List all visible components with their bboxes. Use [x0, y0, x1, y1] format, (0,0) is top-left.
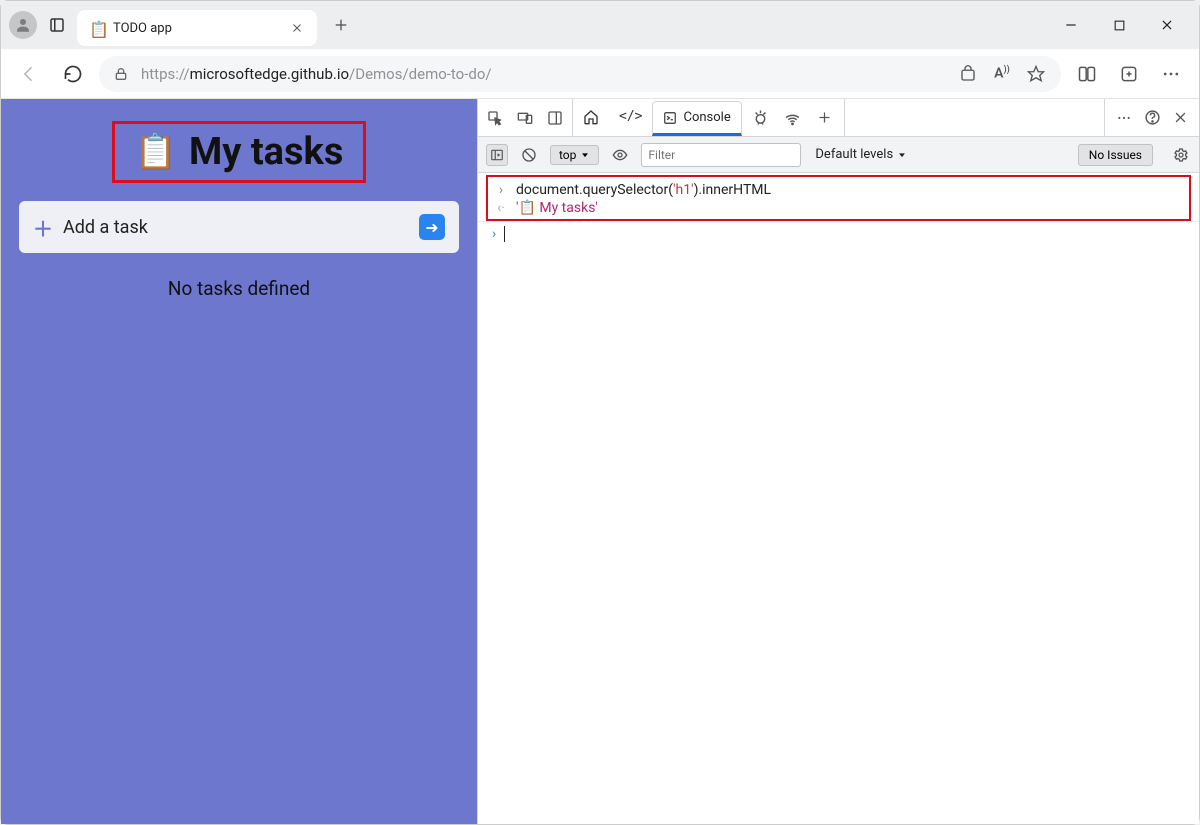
minimize-button[interactable]	[1061, 15, 1081, 35]
prompt-cursor	[504, 226, 505, 242]
collections-icon[interactable]	[1111, 56, 1147, 92]
no-tasks-label: No tasks defined	[13, 277, 465, 300]
read-aloud-icon[interactable]: A))	[989, 56, 1015, 92]
back-button[interactable]	[11, 56, 47, 92]
console-input-line: › document.querySelector('h1').innerHTML	[494, 181, 1183, 199]
console-output-value: '📋 My tasks'	[516, 200, 598, 216]
plus-icon: ＋	[33, 213, 53, 242]
devtools-close-icon[interactable]	[1171, 109, 1189, 127]
tab-issues-icon[interactable]	[752, 109, 770, 127]
submit-task-button[interactable]: ➜	[419, 214, 445, 240]
tab-elements[interactable]: </>	[609, 99, 652, 136]
page-viewport: 📋 My tasks ＋ Add a task ➜ No tasks defin…	[1, 99, 477, 824]
refresh-button[interactable]	[55, 56, 91, 92]
shopping-icon[interactable]	[957, 56, 979, 92]
url-text: https://microsoftedge.github.io/Demos/de…	[141, 65, 492, 83]
devtools-help-icon[interactable]	[1143, 109, 1161, 127]
device-toolbar-icon[interactable]	[516, 109, 534, 127]
console-body[interactable]: › document.querySelector('h1').innerHTML…	[478, 173, 1199, 824]
add-task-input[interactable]: ＋ Add a task ➜	[19, 201, 459, 253]
tab-console[interactable]: Console	[652, 101, 741, 136]
tab-title: TODO app	[113, 21, 281, 36]
devtools-panel: </> Console	[477, 99, 1199, 824]
console-filter-input[interactable]	[641, 143, 801, 167]
browser-toolbar: https://microsoftedge.github.io/Demos/de…	[1, 49, 1199, 99]
window-controls	[1061, 15, 1191, 35]
favorite-icon[interactable]	[1025, 56, 1047, 92]
address-bar[interactable]: https://microsoftedge.github.io/Demos/de…	[99, 56, 1061, 92]
console-input-code: document.querySelector('h1').innerHTML	[516, 182, 771, 198]
lock-icon[interactable]	[113, 66, 131, 82]
live-expression-icon[interactable]	[609, 144, 631, 166]
tab-favicon-icon: 📋	[89, 20, 105, 36]
console-output-line: ‹· '📋 My tasks'	[494, 199, 1183, 217]
prompt-chevron-icon: ›	[492, 226, 496, 242]
devtools-tabbar: </> Console	[478, 99, 1199, 137]
add-tab-icon[interactable]	[816, 109, 834, 127]
console-settings-icon[interactable]	[1171, 147, 1191, 163]
execution-context-selector[interactable]: top	[550, 145, 599, 165]
page-heading-highlight: 📋 My tasks	[112, 121, 367, 183]
clipboard-icon: 📋	[135, 132, 177, 172]
console-sidebar-toggle-icon[interactable]	[486, 144, 508, 166]
tab-network-conditions-icon[interactable]	[784, 109, 802, 127]
tab-console-label: Console	[683, 110, 730, 125]
add-task-placeholder: Add a task	[63, 217, 409, 238]
dock-side-icon[interactable]	[546, 109, 564, 127]
inspect-element-icon[interactable]	[486, 109, 504, 127]
devtools-more-icon[interactable]	[1115, 109, 1133, 127]
maximize-button[interactable]	[1109, 15, 1129, 35]
log-levels-selector[interactable]: Default levels	[815, 147, 907, 162]
window-titlebar: 📋 TODO app	[1, 1, 1199, 49]
more-menu-icon[interactable]	[1153, 56, 1189, 92]
tab-welcome[interactable]	[573, 99, 609, 136]
page-heading: 📋 My tasks	[135, 130, 344, 174]
issues-button[interactable]: No Issues	[1078, 144, 1153, 166]
output-chevron-icon: ‹·	[494, 200, 508, 216]
tab-close-icon[interactable]	[289, 20, 305, 36]
profile-icon[interactable]	[9, 11, 37, 39]
tab-actions-icon[interactable]	[45, 13, 69, 37]
close-window-button[interactable]	[1157, 15, 1177, 35]
new-tab-button[interactable]	[325, 9, 357, 41]
clear-console-icon[interactable]	[518, 144, 540, 166]
console-highlight: › document.querySelector('h1').innerHTML…	[486, 175, 1191, 221]
input-chevron-icon: ›	[494, 182, 508, 198]
browser-tab[interactable]: 📋 TODO app	[77, 10, 317, 46]
split-screen-icon[interactable]	[1069, 56, 1105, 92]
console-filterbar: top Default levels No Issues	[478, 137, 1199, 173]
console-prompt[interactable]: ›	[478, 221, 1199, 246]
